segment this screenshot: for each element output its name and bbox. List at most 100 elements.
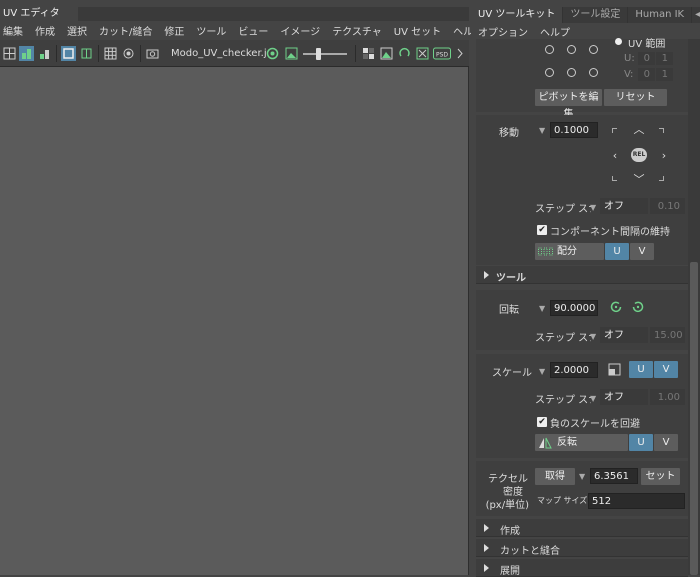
uv-editor-title[interactable]: UV エディタ: [0, 7, 78, 21]
flip-u-button[interactable]: U: [629, 434, 653, 451]
pivot-radio-br[interactable]: [589, 68, 598, 77]
cut-sew-section-header[interactable]: カットと縫合: [476, 539, 688, 557]
pivot-radio-bc[interactable]: [567, 68, 576, 77]
menu-image[interactable]: イメージ: [274, 23, 326, 38]
texture-brightness-slider[interactable]: [303, 53, 347, 55]
tab-tool-settings[interactable]: ツール設定: [563, 7, 628, 23]
scale-v-button[interactable]: V: [654, 361, 678, 378]
uv-shell-icon[interactable]: [19, 46, 34, 61]
move-step-snap-dropdown-icon[interactable]: ▼: [590, 203, 596, 212]
uv-grid-icon[interactable]: [103, 46, 118, 61]
panel-menu-options[interactable]: オプション: [471, 24, 534, 39]
move-diag-tr-icon[interactable]: [659, 128, 664, 133]
pivot-radio-bl[interactable]: [545, 68, 554, 77]
tools-expand-icon: [484, 271, 489, 279]
uv-checker-pattern-icon[interactable]: [361, 46, 376, 61]
rotate-step-snap-dropdown[interactable]: オフ: [600, 327, 648, 343]
menu-cut-sew[interactable]: カット/縫合: [93, 23, 158, 38]
tab-human-ik[interactable]: Human IK: [628, 7, 692, 23]
rotate-ccw-icon[interactable]: [609, 300, 623, 317]
texture-name-dropdown[interactable]: Modo_UV_checker.j: [171, 46, 267, 61]
scale-dropdown-icon[interactable]: ▼: [539, 367, 545, 376]
uv-image-icon[interactable]: [284, 46, 299, 61]
move-up-icon[interactable]: ︿: [633, 124, 645, 135]
move-diag-tl-icon[interactable]: [612, 128, 617, 133]
scale-value-field[interactable]: 2.0000: [550, 362, 598, 378]
uv-snap-icon[interactable]: [121, 46, 136, 61]
slider-knob[interactable]: [316, 48, 322, 60]
scale-label: スケール: [492, 368, 532, 379]
reset-pivot-button[interactable]: リセット: [604, 89, 667, 106]
menu-select[interactable]: 選択: [61, 23, 93, 38]
menu-edit[interactable]: 編集: [0, 23, 29, 38]
create-section-header[interactable]: 作成: [476, 519, 688, 537]
svg-text:PSD: PSD: [436, 52, 448, 59]
scale-step-snap-dropdown-icon[interactable]: ▼: [590, 394, 596, 403]
scale-step-snap-value[interactable]: 1.00: [650, 389, 685, 405]
menu-view[interactable]: ビュー: [232, 23, 274, 38]
move-relative-toggle[interactable]: REL: [631, 148, 647, 162]
uv-distortion-icon[interactable]: [37, 46, 52, 61]
map-size-field[interactable]: 512: [588, 493, 685, 509]
flip-v-button[interactable]: V: [654, 434, 678, 451]
move-dropdown-icon[interactable]: ▼: [539, 126, 545, 135]
uv-snapshot-icon[interactable]: [145, 46, 160, 61]
move-diag-bl-icon[interactable]: [612, 176, 617, 181]
uv-range-label: UV 範囲: [628, 39, 666, 50]
uv-dim-image-icon[interactable]: [415, 46, 430, 61]
uv-image-range-icon[interactable]: [379, 46, 394, 61]
avoid-negative-scale-checkbox[interactable]: ✔: [537, 417, 547, 427]
distribute-v-button[interactable]: V: [630, 243, 654, 260]
texel-dropdown-icon[interactable]: ▼: [579, 472, 585, 481]
edit-pivot-button[interactable]: ピボットを編集: [535, 89, 602, 120]
v-max-field[interactable]: 1: [656, 68, 673, 81]
uv-texture-borders-icon[interactable]: [79, 46, 94, 61]
v-min-field[interactable]: 0: [638, 68, 655, 81]
menu-textures[interactable]: テクスチャ: [326, 23, 388, 38]
move-right-icon[interactable]: ›: [658, 150, 670, 161]
unfold-section-header[interactable]: 展開: [476, 559, 688, 577]
move-down-icon[interactable]: ﹀: [633, 174, 645, 185]
menu-modify[interactable]: 修正: [158, 23, 190, 38]
move-diag-br-icon[interactable]: [659, 176, 664, 181]
uv-range-radio[interactable]: [615, 38, 622, 45]
pivot-radio-tc[interactable]: [567, 45, 576, 54]
psd-icon[interactable]: PSD: [433, 46, 451, 61]
keep-spacing-checkbox[interactable]: ✔: [537, 225, 547, 235]
menu-create[interactable]: 作成: [29, 23, 61, 38]
rotate-step-snap-dropdown-icon[interactable]: ▼: [590, 332, 596, 341]
scale-uniform-icon[interactable]: [608, 363, 621, 379]
uv-shaded-icon[interactable]: [61, 46, 76, 61]
move-step-snap-dropdown[interactable]: オフ: [600, 198, 648, 214]
menu-uv-sets[interactable]: UV セット: [388, 23, 447, 38]
rotate-dropdown-icon[interactable]: ▼: [539, 304, 545, 313]
pivot-radio-tl[interactable]: [545, 45, 554, 54]
move-step-snap-value[interactable]: 0.10: [650, 198, 685, 214]
texel-get-button[interactable]: 取得: [535, 468, 575, 485]
panel-scrollbar-thumb[interactable]: [690, 262, 698, 575]
uv-checker-icon[interactable]: [265, 46, 280, 61]
scale-u-button[interactable]: U: [629, 361, 653, 378]
tab-uv-toolkit[interactable]: UV ツールキット: [471, 7, 563, 23]
flip-icon: [538, 437, 552, 452]
toolbar-overflow-icon[interactable]: [455, 46, 465, 61]
pivot-radio-tr[interactable]: [589, 45, 598, 54]
texel-set-button[interactable]: セット: [641, 468, 680, 485]
tools-section-header[interactable]: ツール: [476, 266, 688, 284]
u-min-field[interactable]: 0: [638, 52, 655, 65]
tab-scroll-left-icon[interactable]: ◀: [692, 7, 700, 23]
move-left-icon[interactable]: ‹: [609, 150, 621, 161]
move-value-field[interactable]: 0.1000: [550, 122, 598, 138]
uv-select-icon[interactable]: [2, 46, 17, 61]
scale-step-snap-dropdown[interactable]: オフ: [600, 389, 648, 405]
rotate-step-snap-value[interactable]: 15.00: [650, 327, 685, 343]
panel-menu-help[interactable]: ヘルプ: [534, 24, 576, 39]
distribute-u-button[interactable]: U: [605, 243, 629, 260]
rotate-cw-icon[interactable]: [631, 300, 645, 317]
uv-viewport[interactable]: [0, 67, 469, 575]
menu-tools[interactable]: ツール: [190, 23, 232, 38]
texel-density-field[interactable]: 6.3561: [590, 468, 638, 484]
rotate-value-field[interactable]: 90.0000: [550, 300, 598, 316]
uv-refresh-icon[interactable]: [397, 46, 412, 61]
u-max-field[interactable]: 1: [656, 52, 673, 65]
